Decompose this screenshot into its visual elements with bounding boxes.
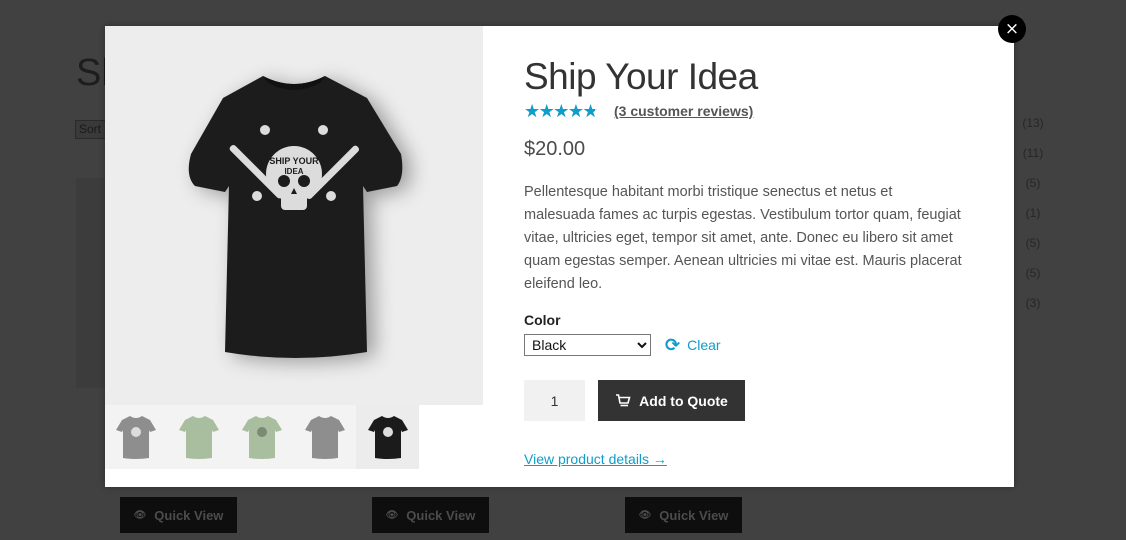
thumbnail[interactable]	[105, 405, 168, 469]
svg-text:SHIP YOUR: SHIP YOUR	[269, 156, 319, 166]
add-to-quote-label: Add to Quote	[639, 392, 728, 409]
star-filled-icons: ★★★★★	[524, 102, 595, 120]
category-count: (3)	[1025, 296, 1041, 310]
tshirt-thumbnail-icon	[367, 416, 408, 459]
eye-icon: 👁	[385, 509, 399, 521]
category-count: (13)	[1022, 116, 1044, 130]
close-icon: ×	[1004, 19, 1020, 39]
quick-view-label: Quick View	[406, 507, 476, 523]
tshirt-thumbnail-icon	[116, 416, 157, 459]
tshirt-image: SHIP YOUR IDEA	[188, 76, 403, 358]
variation-row: Black ⟳ Clear	[524, 334, 964, 356]
category-count: (5)	[1025, 266, 1041, 280]
color-label: Color	[524, 312, 561, 328]
close-modal-button[interactable]: ×	[998, 15, 1026, 43]
product-price: $20.00	[524, 138, 586, 160]
thumbnail-strip	[105, 405, 419, 469]
cart-row: Add to Quote	[524, 380, 964, 421]
quick-view-label: Quick View	[659, 507, 729, 523]
rating-row: ★★★★★ ★★★★★ (3 customer reviews)	[524, 100, 964, 122]
eye-icon: 👁	[133, 509, 147, 521]
product-gallery: SHIP YOUR IDEA	[105, 26, 483, 487]
category-count: (11)	[1022, 146, 1044, 160]
cart-icon	[616, 393, 631, 406]
add-to-quote-button[interactable]: Add to Quote	[598, 380, 745, 421]
eye-icon: 👁	[638, 509, 652, 521]
product-description: Pellentesque habitant morbi tristique se…	[524, 184, 962, 292]
quick-view-label: Quick View	[154, 507, 224, 523]
category-count: (5)	[1025, 236, 1041, 250]
product-main-image[interactable]: SHIP YOUR IDEA	[105, 26, 483, 405]
quick-view-button[interactable]: 👁 Quick View	[372, 497, 489, 533]
bg-category-counts: (13) (11) (5) (1) (5) (5) (3)	[1020, 116, 1046, 326]
tshirt-thumbnail-icon	[179, 416, 220, 459]
clear-label: Clear	[687, 337, 721, 353]
view-product-details-link[interactable]: View product details →	[524, 451, 667, 467]
quantity-input[interactable]	[524, 380, 585, 421]
svg-text:IDEA: IDEA	[284, 167, 303, 176]
color-select[interactable]: Black	[524, 334, 651, 356]
thumbnail-active[interactable]	[356, 405, 419, 469]
refresh-icon: ⟳	[665, 334, 681, 355]
product-title: Ship Your Idea	[524, 56, 758, 97]
thumbnail[interactable]	[231, 405, 294, 469]
product-details: Ship Your Idea ★★★★★ ★★★★★ (3 customer r…	[524, 56, 964, 469]
clear-variations-link[interactable]: ⟳ Clear	[665, 335, 721, 356]
category-count: (1)	[1025, 206, 1041, 220]
reviews-link[interactable]: (3 customer reviews)	[614, 103, 753, 119]
thumbnail[interactable]	[168, 405, 231, 469]
quick-view-button[interactable]: 👁 Quick View	[120, 497, 237, 533]
quick-view-modal: SHIP YOUR IDEA Ship Your Idea ★★★★★ ★★★★…	[105, 26, 1014, 487]
thumbnail[interactable]	[293, 405, 356, 469]
quick-view-button[interactable]: 👁 Quick View	[625, 497, 742, 533]
category-count: (5)	[1025, 176, 1041, 190]
tshirt-thumbnail-icon	[304, 416, 345, 459]
tshirt-thumbnail-icon	[241, 416, 282, 459]
star-rating: ★★★★★ ★★★★★	[524, 102, 606, 120]
